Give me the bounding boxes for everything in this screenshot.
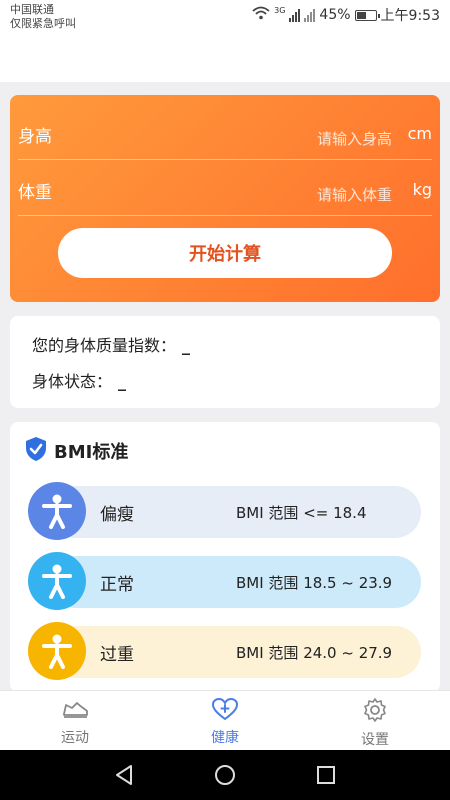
- tab-health[interactable]: 健康: [185, 697, 265, 747]
- wifi-icon: [252, 6, 270, 24]
- recents-icon[interactable]: [315, 764, 337, 790]
- person-icon: [28, 552, 86, 610]
- bmi-category-range: BMI 范围 <= 18.4: [236, 504, 367, 522]
- height-input[interactable]: 请输入身高: [317, 128, 392, 149]
- person-icon: [28, 482, 86, 540]
- body-state-line: 身体状态： _: [32, 368, 126, 392]
- height-field[interactable]: 身高 请输入身高 cm: [18, 104, 432, 160]
- bmi-category-range: BMI 范围 18.5 ~ 23.9: [236, 574, 393, 592]
- status-bar: 中国联通 仅限紧急呼叫 3G 45% 上午9:53: [0, 0, 450, 82]
- tab-health-label: 健康: [211, 730, 239, 746]
- body-state-label: 身体状态：: [32, 372, 113, 391]
- height-unit: cm: [407, 124, 432, 143]
- bmi-result-line: 您的身体质量指数： _: [32, 332, 190, 356]
- bmi-category-name: 正常: [100, 575, 134, 595]
- bmi-standard-header: BMI标准: [24, 436, 128, 466]
- bmi-row-underweight: 偏瘦 BMI 范围 <= 18.4: [28, 482, 421, 540]
- emergency-calls-only: 仅限紧急呼叫: [10, 17, 76, 30]
- shield-check-icon: [24, 436, 48, 466]
- tab-sport[interactable]: 运动: [35, 697, 115, 747]
- bmi-category-range: BMI 范围 24.0 ~ 27.9: [236, 644, 393, 662]
- weight-label: 体重: [18, 183, 52, 203]
- body-state-value: _: [118, 372, 127, 391]
- clock: 上午9:53: [380, 8, 440, 24]
- status-icons: 3G 45% 上午9:53: [252, 5, 440, 25]
- bmi-result-label: 您的身体质量指数：: [32, 336, 177, 355]
- weight-unit: kg: [412, 180, 432, 199]
- tab-sport-label: 运动: [61, 730, 89, 746]
- gear-icon: [362, 698, 388, 727]
- shoe-icon: [61, 702, 89, 725]
- back-icon[interactable]: [113, 764, 135, 790]
- bmi-standard-card: BMI标准 偏瘦 BMI 范围 <= 18.4 正常 BMI 范围 18.5 ~…: [10, 422, 440, 692]
- bottom-tab-bar: 运动 健康 设置: [0, 690, 450, 750]
- carrier-name: 中国联通: [10, 3, 54, 16]
- system-nav-bar: [0, 750, 450, 800]
- network-type: 3G: [274, 5, 286, 15]
- battery-icon: [354, 9, 380, 21]
- heart-plus-icon: [211, 697, 239, 725]
- bmi-standard-title: BMI标准: [54, 442, 129, 463]
- bmi-category-name: 过重: [100, 645, 134, 665]
- tab-settings[interactable]: 设置: [335, 697, 415, 749]
- battery-percent: 45%: [319, 7, 351, 23]
- tab-settings-label: 设置: [361, 732, 389, 748]
- signal-icon-2: [304, 8, 316, 22]
- bmi-row-overweight: 过重 BMI 范围 24.0 ~ 27.9: [28, 622, 421, 680]
- result-card: 您的身体质量指数： _ 身体状态： _: [10, 316, 440, 408]
- height-label: 身高: [18, 127, 52, 147]
- bmi-result-value: _: [182, 336, 191, 355]
- person-icon: [28, 622, 86, 680]
- bmi-row-normal: 正常 BMI 范围 18.5 ~ 23.9: [28, 552, 421, 610]
- start-calculate-button[interactable]: 开始计算: [58, 228, 392, 278]
- signal-icon: [289, 8, 301, 22]
- carrier-info: 中国联通 仅限紧急呼叫: [10, 3, 76, 31]
- home-icon[interactable]: [214, 764, 236, 790]
- weight-input[interactable]: 请输入体重: [317, 184, 392, 205]
- bmi-category-name: 偏瘦: [100, 505, 134, 525]
- weight-field[interactable]: 体重 请输入体重 kg: [18, 160, 432, 216]
